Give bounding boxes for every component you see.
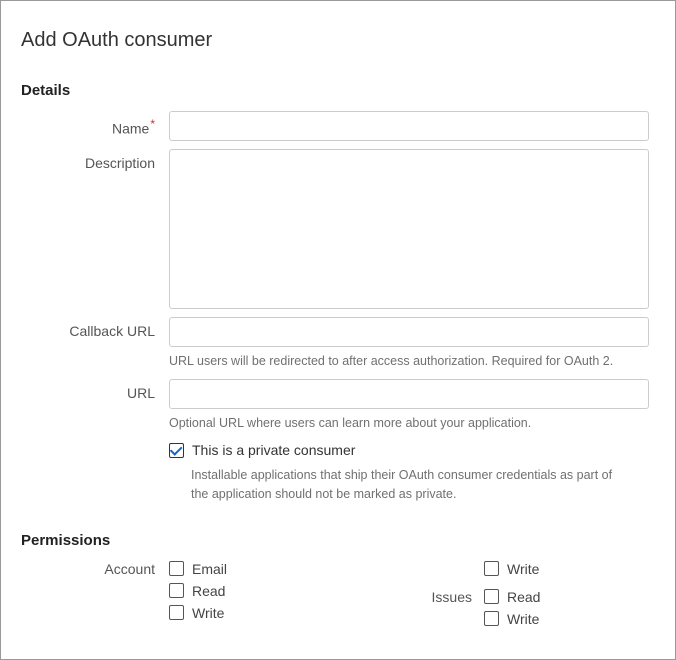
permissions-row: Account Email Read xyxy=(21,561,649,627)
wrap-name xyxy=(169,111,649,141)
help-callback-url: URL users will be redirected to after ac… xyxy=(169,353,649,371)
perm-issues-write: Write xyxy=(484,611,540,627)
row-description: Description xyxy=(21,149,649,309)
row-url: URL Optional URL where users can learn m… xyxy=(21,379,649,433)
label-private-spacer xyxy=(21,440,169,446)
perm-account-write-checkbox[interactable] xyxy=(169,605,184,620)
perm-account-write: Write xyxy=(169,605,227,621)
label-name: Name* xyxy=(21,111,169,137)
row-private-consumer: This is a private consumer Installable a… xyxy=(21,440,649,504)
private-consumer-line: This is a private consumer xyxy=(169,442,649,458)
description-textarea[interactable] xyxy=(169,149,649,309)
help-url: Optional URL where users can learn more … xyxy=(169,415,649,433)
page-title: Add OAuth consumer xyxy=(21,29,649,52)
private-consumer-help: Installable applications that ship their… xyxy=(191,466,631,504)
perm-col-left: Email Read Write xyxy=(169,561,404,627)
perm-issues-read-checkbox[interactable] xyxy=(484,589,499,604)
perm-account-read-checkbox[interactable] xyxy=(169,583,184,598)
perm-account-read-label: Read xyxy=(192,583,225,599)
label-name-text: Name xyxy=(112,121,149,137)
perm-line-account: Email Read Write xyxy=(169,561,404,621)
label-url: URL xyxy=(21,379,169,401)
perm-account-email-checkbox[interactable] xyxy=(169,561,184,576)
perm-checks-right-top: Write xyxy=(484,561,539,577)
label-description: Description xyxy=(21,149,169,171)
perm-issues-write-label: Write xyxy=(507,611,539,627)
perm-col-right: Write Issues Read Write xyxy=(414,561,649,627)
perm-right-top-write-label: Write xyxy=(507,561,539,577)
wrap-description xyxy=(169,149,649,309)
perm-right-top-write-checkbox[interactable] xyxy=(484,561,499,576)
name-input[interactable] xyxy=(169,111,649,141)
perm-checks-account: Email Read Write xyxy=(169,561,227,621)
callback-url-input[interactable] xyxy=(169,317,649,347)
perm-line-right-top: Write xyxy=(414,561,649,577)
wrap-url: Optional URL where users can learn more … xyxy=(169,379,649,433)
row-callback-url: Callback URL URL users will be redirecte… xyxy=(21,317,649,371)
section-title-permissions: Permissions xyxy=(21,532,649,549)
perm-right-top-write: Write xyxy=(484,561,539,577)
label-callback-url: Callback URL xyxy=(21,317,169,339)
oauth-consumer-form: Add OAuth consumer Details Name* Descrip… xyxy=(0,0,676,660)
private-consumer-label: This is a private consumer xyxy=(192,442,355,458)
wrap-private: This is a private consumer Installable a… xyxy=(169,440,649,504)
perm-group-label-issues: Issues xyxy=(414,589,484,605)
perm-issues-read: Read xyxy=(484,589,540,605)
private-consumer-checkbox[interactable] xyxy=(169,443,184,458)
perm-line-issues: Issues Read Write xyxy=(414,589,649,627)
perm-account-email-label: Email xyxy=(192,561,227,577)
required-asterisk: * xyxy=(150,117,155,131)
wrap-callback-url: URL users will be redirected to after ac… xyxy=(169,317,649,371)
perm-issues-read-label: Read xyxy=(507,589,540,605)
row-name: Name* xyxy=(21,111,649,141)
perm-account-read: Read xyxy=(169,583,227,599)
perm-account-write-label: Write xyxy=(192,605,224,621)
perm-cols: Email Read Write xyxy=(169,561,649,627)
perm-account-email: Email xyxy=(169,561,227,577)
perm-group-label-account: Account xyxy=(21,561,169,577)
url-input[interactable] xyxy=(169,379,649,409)
perm-issues-write-checkbox[interactable] xyxy=(484,611,499,626)
perm-checks-issues: Read Write xyxy=(484,589,540,627)
section-title-details: Details xyxy=(21,82,649,99)
